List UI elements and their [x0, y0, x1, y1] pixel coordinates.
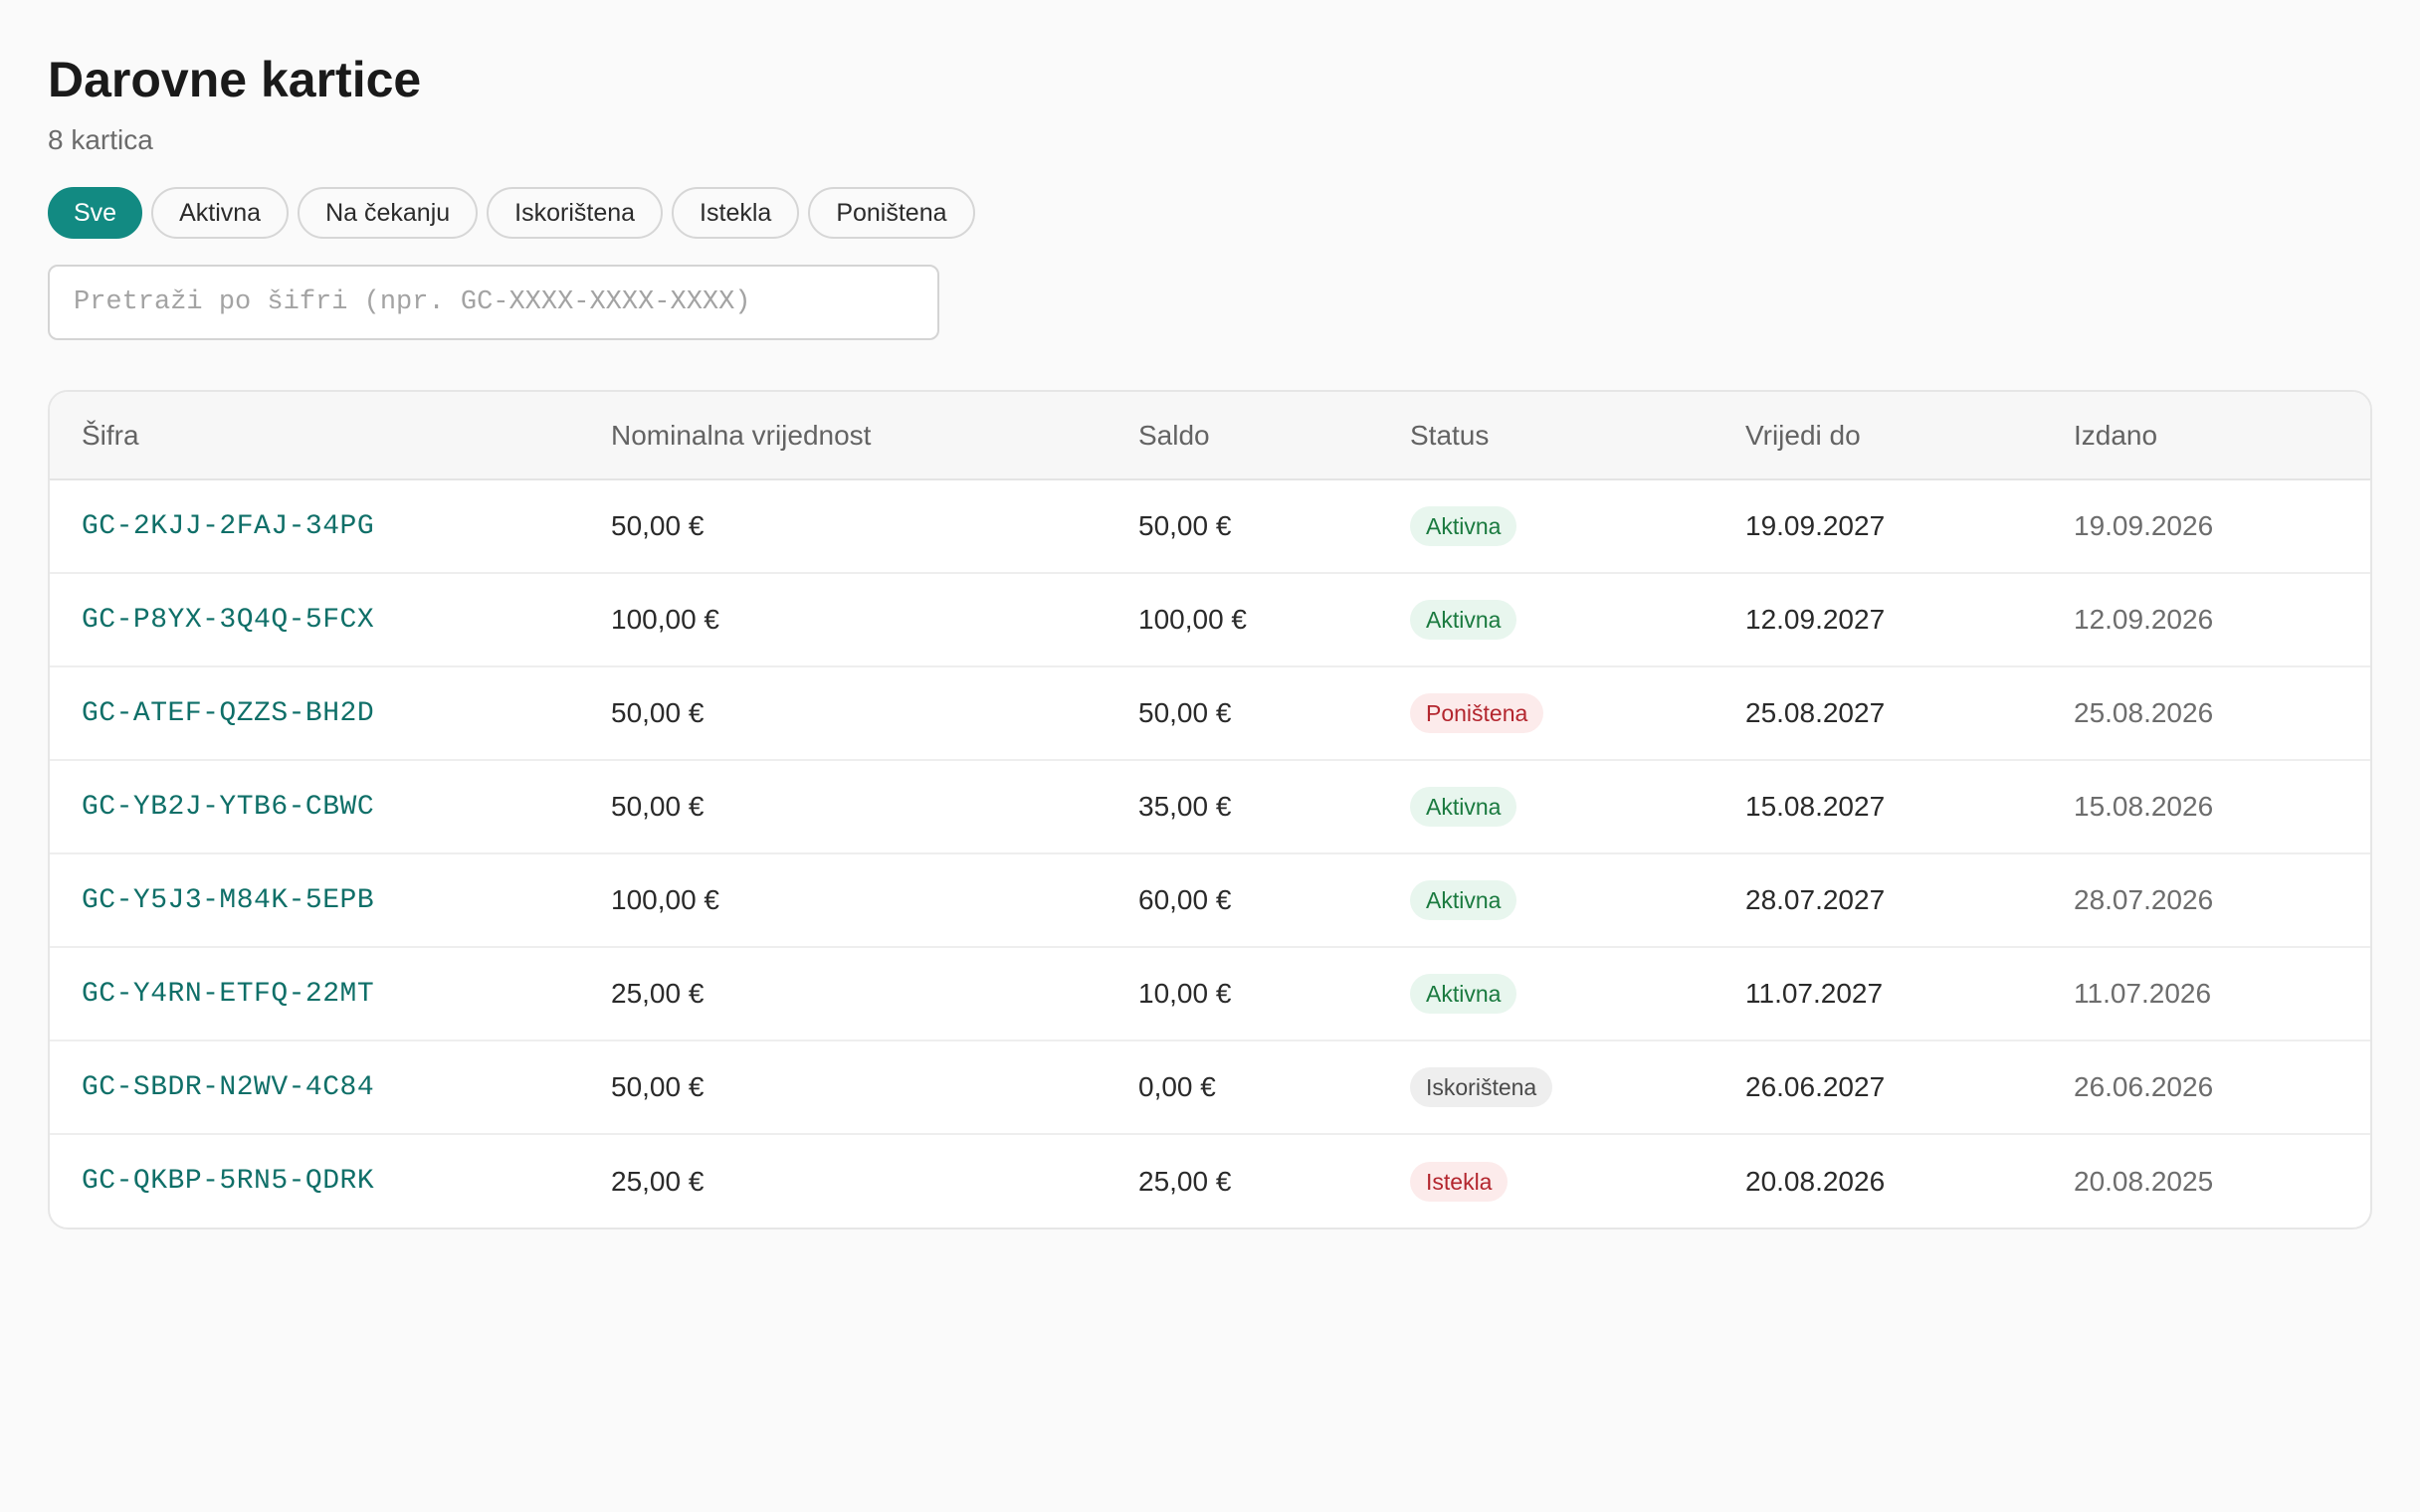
status-badge: Aktivna [1410, 974, 1517, 1014]
gift-cards-page: Darovne kartice 8 kartica Sve Aktivna Na… [0, 0, 2420, 1229]
status-badge: Aktivna [1410, 880, 1517, 920]
valid-until-date: 28.07.2027 [1745, 884, 1886, 915]
status-badge: Istekla [1410, 1161, 1509, 1202]
valid-until-date: 19.09.2027 [1745, 510, 1886, 541]
status-badge: Poništena [1410, 693, 1544, 733]
filter-chip-used[interactable]: Iskorištena [487, 187, 664, 239]
gift-card-code[interactable]: GC-ATEF-QZZS-BH2D [50, 666, 579, 760]
status-cell: Aktivna [1378, 760, 1714, 853]
filter-chip-active[interactable]: Aktivna [151, 187, 290, 239]
search-input[interactable] [48, 265, 939, 340]
table-row[interactable]: GC-QKBP-5RN5-QDRK 25,00 € 25,00 € Istekl… [50, 1134, 2370, 1228]
issued-date: 11.07.2026 [2074, 978, 2212, 1009]
nominal-value: 100,00 € [611, 604, 719, 635]
search-container [48, 265, 2372, 340]
filter-chip-expired[interactable]: Istekla [672, 187, 800, 239]
nominal-value: 25,00 € [611, 978, 705, 1009]
gift-card-code[interactable]: GC-P8YX-3Q4Q-5FCX [50, 573, 579, 666]
issued-date: 25.08.2026 [2074, 697, 2214, 728]
issued-date: 15.08.2026 [2074, 791, 2214, 822]
column-header-valid-until: Vrijedi do [1714, 392, 2042, 480]
balance-value: 50,00 € [1138, 697, 1232, 728]
valid-until-date: 26.06.2027 [1745, 1071, 1886, 1102]
nominal-value: 25,00 € [611, 1165, 705, 1197]
gift-card-code[interactable]: GC-YB2J-YTB6-CBWC [50, 760, 579, 853]
issued-date: 12.09.2026 [2074, 604, 2214, 635]
table-row[interactable]: GC-YB2J-YTB6-CBWC 50,00 € 35,00 € Aktivn… [50, 760, 2370, 853]
column-header-code: Šifra [50, 392, 579, 480]
status-cell: Istekla [1378, 1134, 1714, 1228]
status-cell: Aktivna [1378, 573, 1714, 666]
nominal-value: 50,00 € [611, 1071, 705, 1102]
table-row[interactable]: GC-P8YX-3Q4Q-5FCX 100,00 € 100,00 € Akti… [50, 573, 2370, 666]
status-cell: Aktivna [1378, 853, 1714, 947]
balance-value: 0,00 € [1138, 1071, 1216, 1102]
balance-value: 25,00 € [1138, 1165, 1232, 1197]
status-badge: Iskorištena [1410, 1067, 1553, 1107]
valid-until-date: 20.08.2026 [1745, 1165, 1886, 1197]
issued-date: 28.07.2026 [2074, 884, 2214, 915]
balance-value: 35,00 € [1138, 791, 1232, 822]
gift-card-code[interactable]: GC-2KJJ-2FAJ-34PG [50, 479, 579, 573]
status-cell: Iskorištena [1378, 1040, 1714, 1134]
status-cell: Aktivna [1378, 947, 1714, 1040]
gift-cards-table: Šifra Nominalna vrijednost Saldo Status … [50, 392, 2370, 1228]
issued-date: 20.08.2025 [2074, 1165, 2214, 1197]
status-filter-bar: Sve Aktivna Na čekanju Iskorištena Istek… [48, 187, 2372, 239]
issued-date: 19.09.2026 [2074, 510, 2214, 541]
table-header: Šifra Nominalna vrijednost Saldo Status … [50, 392, 2370, 480]
status-badge: Aktivna [1410, 600, 1517, 640]
column-header-status: Status [1378, 392, 1714, 480]
gift-cards-table-card: Šifra Nominalna vrijednost Saldo Status … [48, 390, 2372, 1229]
filter-chip-pending[interactable]: Na čekanju [298, 187, 479, 239]
column-header-balance: Saldo [1107, 392, 1378, 480]
status-cell: Poništena [1378, 666, 1714, 760]
nominal-value: 100,00 € [611, 884, 719, 915]
filter-chip-cancelled[interactable]: Poništena [808, 187, 975, 239]
balance-value: 100,00 € [1138, 604, 1247, 635]
table-row[interactable]: GC-Y4RN-ETFQ-22MT 25,00 € 10,00 € Aktivn… [50, 947, 2370, 1040]
card-count: 8 kartica [48, 124, 153, 155]
valid-until-date: 12.09.2027 [1745, 604, 1886, 635]
issued-date: 26.06.2026 [2074, 1071, 2214, 1102]
balance-value: 50,00 € [1138, 510, 1232, 541]
table-row[interactable]: GC-ATEF-QZZS-BH2D 50,00 € 50,00 € Poništ… [50, 666, 2370, 760]
table-body: GC-2KJJ-2FAJ-34PG 50,00 € 50,00 € Aktivn… [50, 479, 2370, 1228]
status-badge: Aktivna [1410, 506, 1517, 546]
table-row[interactable]: GC-Y5J3-M84K-5EPB 100,00 € 60,00 € Aktiv… [50, 853, 2370, 947]
table-row[interactable]: GC-SBDR-N2WV-4C84 50,00 € 0,00 € Iskoriš… [50, 1040, 2370, 1134]
balance-value: 10,00 € [1138, 978, 1232, 1009]
gift-card-code[interactable]: GC-Y5J3-M84K-5EPB [50, 853, 579, 947]
nominal-value: 50,00 € [611, 791, 705, 822]
valid-until-date: 25.08.2027 [1745, 697, 1886, 728]
balance-value: 60,00 € [1138, 884, 1232, 915]
gift-card-code[interactable]: GC-QKBP-5RN5-QDRK [50, 1134, 579, 1228]
status-badge: Aktivna [1410, 787, 1517, 827]
column-header-nominal: Nominalna vrijednost [579, 392, 1107, 480]
page-title: Darovne kartice [48, 52, 422, 107]
gift-card-code[interactable]: GC-Y4RN-ETFQ-22MT [50, 947, 579, 1040]
valid-until-date: 15.08.2027 [1745, 791, 1886, 822]
nominal-value: 50,00 € [611, 510, 705, 541]
filter-chip-all[interactable]: Sve [48, 187, 143, 239]
table-header-row: Šifra Nominalna vrijednost Saldo Status … [50, 392, 2370, 480]
valid-until-date: 11.07.2027 [1745, 978, 1884, 1009]
nominal-value: 50,00 € [611, 697, 705, 728]
table-row[interactable]: GC-2KJJ-2FAJ-34PG 50,00 € 50,00 € Aktivn… [50, 479, 2370, 573]
gift-card-code[interactable]: GC-SBDR-N2WV-4C84 [50, 1040, 579, 1134]
column-header-issued: Izdano [2042, 392, 2370, 480]
status-cell: Aktivna [1378, 479, 1714, 573]
